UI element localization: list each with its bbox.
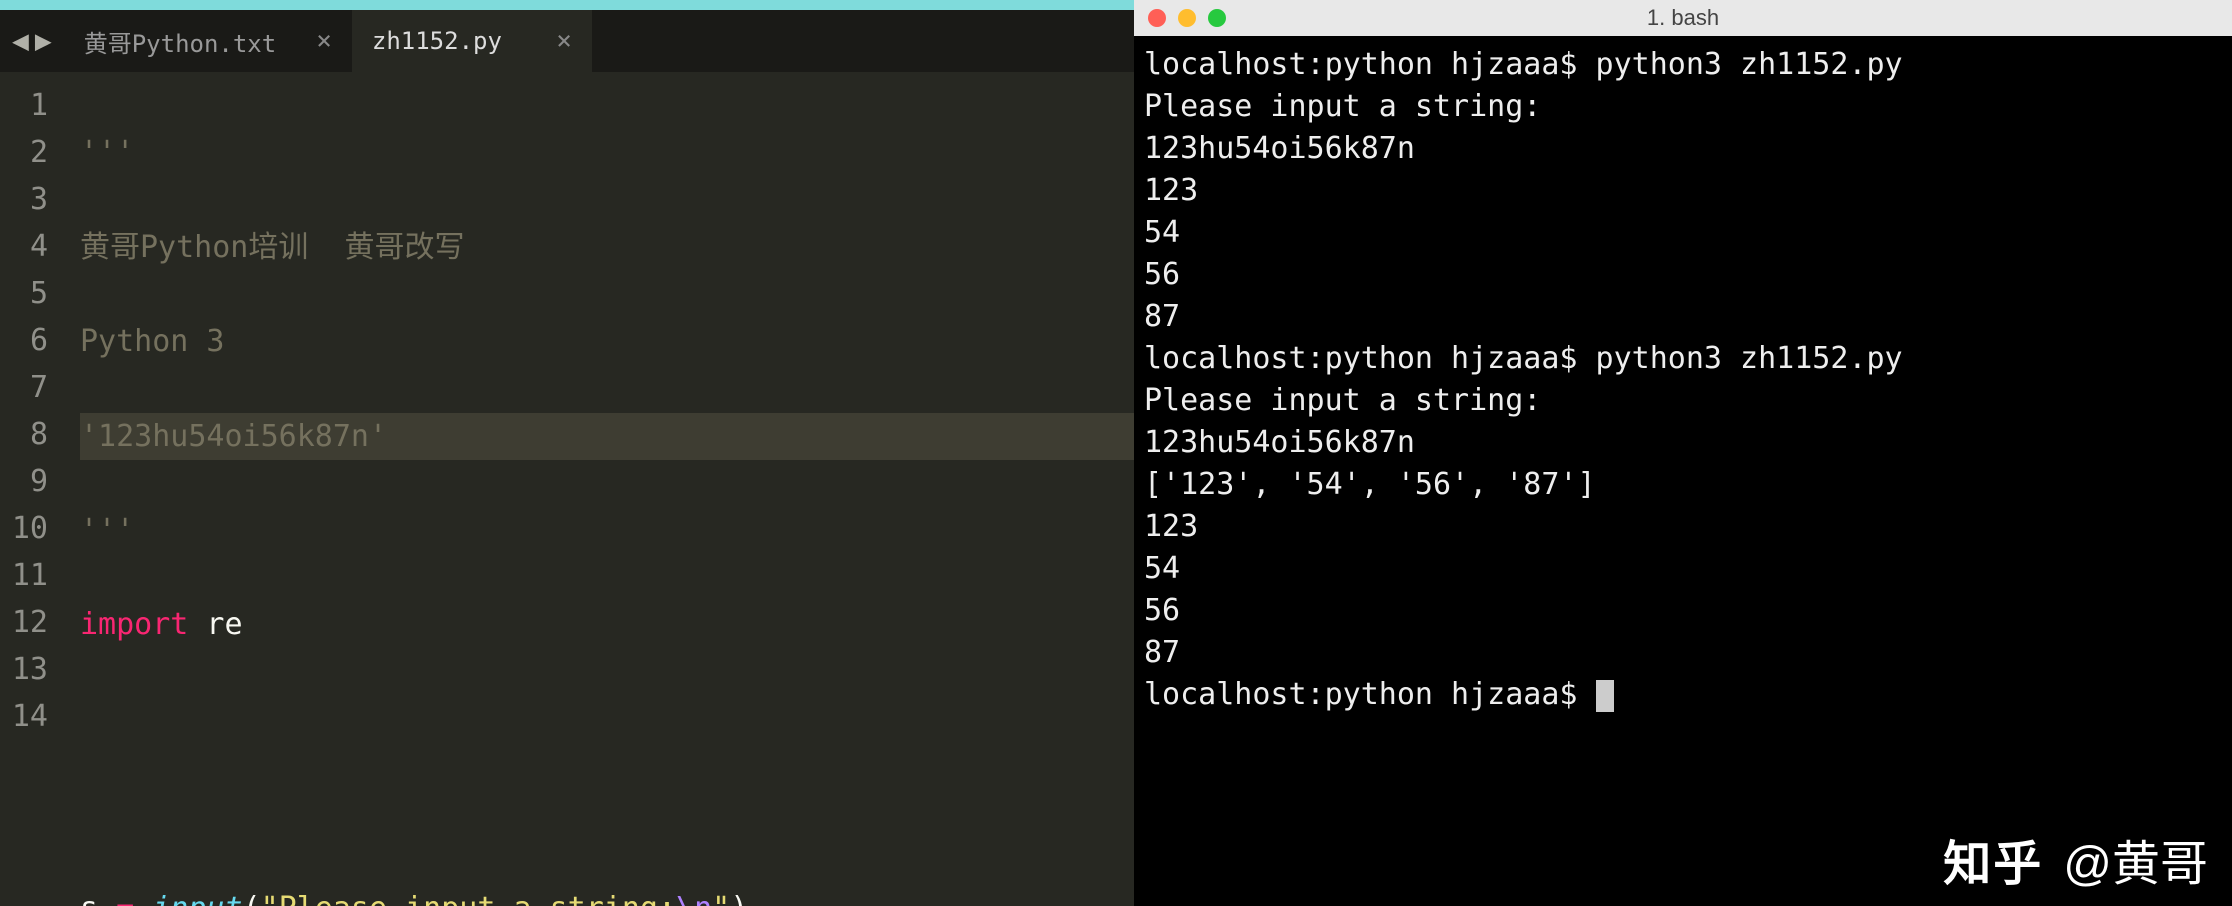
code-line: 黄哥Python培训 黄哥改写: [80, 224, 1134, 271]
tab-label: 黄哥Python.txt: [84, 24, 277, 59]
window-controls: [1134, 9, 1226, 27]
line-gutter: 1 2 3 4 5 6 7 8 9 10 11 12 13 14: [0, 72, 60, 906]
terminal-cursor-icon: [1596, 680, 1614, 712]
code-line: [80, 790, 1134, 837]
lineno: 11: [0, 552, 48, 599]
terminal-pane: 1. bash localhost:python hjzaaa$ python3…: [1134, 0, 2232, 906]
lineno: 4: [0, 223, 48, 270]
watermark-author: @黄哥: [2063, 824, 2208, 894]
term-line: localhost:python hjzaaa$ python3 zh1152.…: [1144, 341, 1903, 376]
code-line: ''': [80, 129, 1134, 176]
code-line: Python 3: [80, 318, 1134, 365]
tab-prev-icon[interactable]: ◀: [12, 27, 29, 55]
code-line: ''': [80, 507, 1134, 554]
term-line: 123hu54oi56k87n: [1144, 425, 1415, 460]
term-line: Please input a string:: [1144, 89, 1541, 124]
terminal-title: 1. bash: [1134, 5, 2232, 31]
tab-bar: ◀ ▶ 黄哥Python.txt × zh1152.py ×: [0, 10, 1134, 72]
code-line: s = input("Please input a string:\n"): [80, 885, 1134, 906]
term-line: 56: [1144, 593, 1180, 628]
code-area: 1 2 3 4 5 6 7 8 9 10 11 12 13 14 ''' 黄哥P…: [0, 72, 1134, 906]
lineno: 12: [0, 599, 48, 646]
term-line: 123hu54oi56k87n: [1144, 131, 1415, 166]
tab-nav-arrows: ◀ ▶: [0, 10, 64, 72]
lineno: 2: [0, 129, 48, 176]
terminal-titlebar[interactable]: 1. bash: [1134, 0, 2232, 36]
code-editor-pane: ◀ ▶ 黄哥Python.txt × zh1152.py × 1 2 3 4 5…: [0, 0, 1134, 906]
editor-top-accent: [0, 0, 1134, 10]
tab-active[interactable]: zh1152.py ×: [352, 10, 592, 72]
lineno: 1: [0, 82, 48, 129]
close-icon[interactable]: ×: [316, 28, 332, 54]
window-zoom-icon[interactable]: [1208, 9, 1226, 27]
term-line: 54: [1144, 215, 1180, 250]
term-line: Please input a string:: [1144, 383, 1541, 418]
lineno: 3: [0, 176, 48, 223]
tab-next-icon[interactable]: ▶: [35, 27, 52, 55]
term-line: 87: [1144, 299, 1180, 334]
term-line: 123: [1144, 509, 1198, 544]
term-line: ['123', '54', '56', '87']: [1144, 467, 1596, 502]
watermark: 知乎 @黄哥: [1943, 824, 2208, 894]
term-line: localhost:python hjzaaa$: [1144, 677, 1596, 712]
window-minimize-icon[interactable]: [1178, 9, 1196, 27]
tab-inactive[interactable]: 黄哥Python.txt ×: [64, 10, 352, 72]
window-close-icon[interactable]: [1148, 9, 1166, 27]
code-content[interactable]: ''' 黄哥Python培训 黄哥改写 Python 3 '123hu54oi5…: [60, 72, 1134, 906]
terminal-body[interactable]: localhost:python hjzaaa$ python3 zh1152.…: [1134, 36, 2232, 906]
lineno: 13: [0, 646, 48, 693]
term-line: 123: [1144, 173, 1198, 208]
lineno: 9: [0, 458, 48, 505]
term-line: localhost:python hjzaaa$ python3 zh1152.…: [1144, 47, 1903, 82]
code-line-highlight: '123hu54oi56k87n': [80, 413, 1134, 460]
term-line: 54: [1144, 551, 1180, 586]
code-line: import re: [80, 601, 1134, 648]
term-line: 56: [1144, 257, 1180, 292]
lineno: 10: [0, 505, 48, 552]
term-line: 87: [1144, 635, 1180, 670]
tab-label: zh1152.py: [372, 27, 502, 55]
close-icon[interactable]: ×: [556, 28, 572, 54]
lineno: 6: [0, 317, 48, 364]
code-line: [80, 696, 1134, 743]
lineno: 5: [0, 270, 48, 317]
lineno: 14: [0, 693, 48, 740]
zhihu-logo: 知乎: [1943, 824, 2043, 894]
lineno: 8: [0, 411, 48, 458]
lineno: 7: [0, 364, 48, 411]
